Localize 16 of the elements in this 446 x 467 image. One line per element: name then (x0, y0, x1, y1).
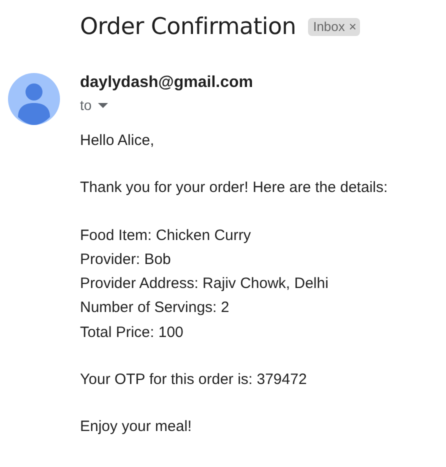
sender-email: daylydash@gmail.com (80, 74, 253, 92)
body-text: Enjoy your meal! (80, 417, 193, 438)
body-text: Provider Address: Rajiv Chowk, Delhi (80, 274, 330, 294)
body-text: Hello Alice, (80, 131, 156, 151)
avatar-icon (8, 73, 60, 125)
remove-label-button[interactable]: × (348, 19, 356, 34)
body-text: Your OTP for this order is: 379472 (80, 370, 308, 390)
body-text: Total Price: 100 (80, 322, 184, 343)
body-text: Provider: Bob (80, 250, 172, 270)
body-text: Food Item: Chicken Curry (80, 226, 252, 246)
body-text: Number of Servings: 2 (80, 298, 230, 318)
recipients-toggle[interactable]: to (80, 97, 108, 113)
body-text: Thank you for your order! Here are the details: (80, 178, 388, 198)
inbox-label: Inbox × (308, 18, 360, 36)
email-subject: Order Confirmation (80, 14, 296, 40)
caret-icon (98, 102, 108, 108)
